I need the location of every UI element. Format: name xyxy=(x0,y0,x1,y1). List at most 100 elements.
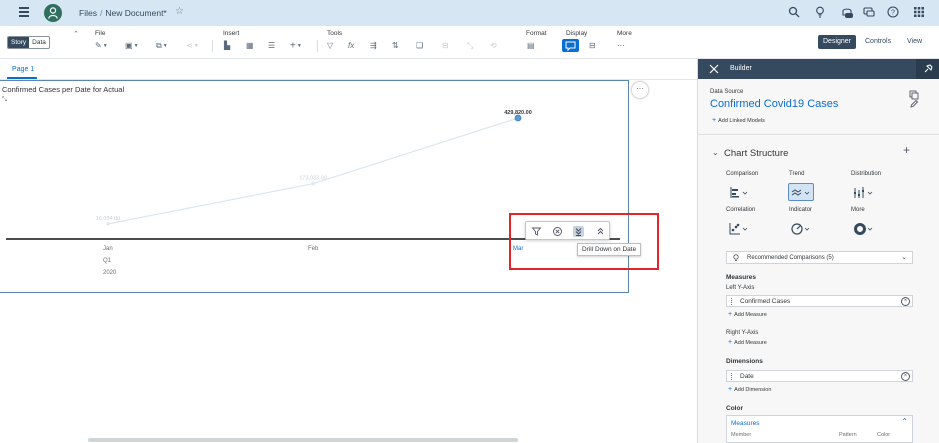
collapse-toolbar-icon[interactable]: ⌃ xyxy=(73,30,79,40)
document-name: New Document* xyxy=(105,8,167,18)
group-file-label: File xyxy=(95,30,106,37)
favorite-star-icon[interactable]: ☆ xyxy=(175,6,184,17)
data-label: 173,033.00 xyxy=(299,176,327,182)
data-point xyxy=(106,222,110,226)
data-source-label: Data Source xyxy=(710,89,744,95)
data-toggle[interactable]: Data xyxy=(29,37,49,48)
add-measure-left-link[interactable]: + Add Measure xyxy=(728,311,767,318)
data-label: 16,054.00 xyxy=(96,216,120,222)
x-tick-label: Feb xyxy=(308,246,319,252)
chart-type-label: Trend xyxy=(789,171,805,177)
toolbar-divider xyxy=(212,40,213,52)
refresh-tool-icon[interactable]: ⟲ xyxy=(490,41,497,51)
color-heading: Color xyxy=(726,405,743,412)
insert-filter-icon[interactable]: ☰ xyxy=(268,41,275,51)
breadcrumb: Files / New Document* xyxy=(79,8,167,18)
add-structure-icon[interactable]: + xyxy=(903,143,910,157)
x-tick-sublabel: 2020 xyxy=(103,270,117,276)
help-icon[interactable]: ? xyxy=(887,6,899,18)
trend-chart-button[interactable] xyxy=(788,183,814,201)
filter-icon[interactable]: ▽ xyxy=(327,41,333,51)
chart-type-label: Distribution xyxy=(851,171,882,177)
color-section: Measures ⌃ Member Pattern Color xyxy=(726,415,913,443)
data-point xyxy=(311,182,315,186)
data-label: 429,820.00 xyxy=(504,110,532,116)
remove-dimension-icon[interactable]: × xyxy=(901,372,910,381)
x-tick-sublabel: Q1 xyxy=(103,258,112,264)
insert-add-icon[interactable]: +▼ xyxy=(290,41,302,51)
horizontal-scrollbar[interactable] xyxy=(88,438,518,442)
sort-icon[interactable]: ⇅ xyxy=(392,41,399,51)
app-grid-icon[interactable] xyxy=(913,6,925,18)
display-layout-icon[interactable]: ⊟ xyxy=(589,41,596,51)
recommended-comparisons-dropdown[interactable]: Recommended Comparisons (5) ⌄ xyxy=(726,251,913,264)
chevron-down-icon[interactable]: ⌄ xyxy=(712,148,719,157)
distribution-icon xyxy=(854,187,873,198)
story-toggle[interactable]: Story xyxy=(8,37,30,48)
indicator-chart-button[interactable] xyxy=(788,219,814,237)
color-col-pattern: Pattern xyxy=(839,432,857,438)
data-source-name[interactable]: Confirmed Covid19 Cases xyxy=(710,98,838,110)
drag-handle-icon[interactable] xyxy=(731,373,733,380)
insert-chart-icon[interactable]: ▙ xyxy=(224,41,230,51)
shell-bar: Files / New Document* ☆ ? xyxy=(0,0,939,26)
svg-text:?: ? xyxy=(891,10,895,17)
chart-more-button[interactable]: ··· xyxy=(631,81,649,99)
edit-file-icon[interactable]: ✎▼ xyxy=(95,41,108,51)
comment-icon xyxy=(565,41,576,52)
avatar[interactable] xyxy=(44,4,62,22)
chevron-up-icon[interactable]: ⌃ xyxy=(901,417,908,426)
toolbar: Story Data ⌃ File ✎▼ ▣▼ ⧉▼ ⋖▼ Insert ▙ ▦… xyxy=(0,26,939,59)
hierarchy-icon[interactable]: ⇶ xyxy=(370,41,377,51)
add-linked-models-link[interactable]: + Add Linked Models xyxy=(712,117,765,124)
lightbulb-icon[interactable] xyxy=(814,6,826,18)
link-tool-icon[interactable]: ⊟ xyxy=(442,41,449,51)
add-measure-right-link[interactable]: + Add Measure xyxy=(728,339,767,346)
more-charts-button[interactable] xyxy=(850,219,876,237)
trend-line-icon xyxy=(791,189,810,196)
toolbar-divider xyxy=(317,40,318,52)
drag-handle-icon[interactable] xyxy=(731,298,733,305)
breadcrumb-files[interactable]: Files xyxy=(79,8,97,18)
display-comments-toggle[interactable] xyxy=(562,39,579,52)
search-icon[interactable] xyxy=(788,6,800,18)
share-icon[interactable]: ⋖▼ xyxy=(186,41,199,51)
designer-mode-button[interactable]: Designer xyxy=(818,35,857,49)
chart-structure-heading: Chart Structure xyxy=(724,148,789,159)
measure-confirmed-cases[interactable]: Confirmed Cases × xyxy=(726,295,913,307)
lightbulb-icon xyxy=(733,254,739,261)
tab-page-1[interactable]: Page 1 xyxy=(12,66,34,73)
left-y-axis-label: Left Y-Axis xyxy=(726,285,755,291)
chevron-down-icon: ⌄ xyxy=(901,254,907,261)
add-dimension-text: Add Dimension xyxy=(734,387,772,393)
menu-icon[interactable] xyxy=(19,7,29,17)
color-measures-title: Measures xyxy=(731,420,760,427)
group-display-label: Display xyxy=(566,30,588,37)
more-options-icon[interactable]: ··· xyxy=(617,41,625,51)
notifications-icon[interactable] xyxy=(840,5,854,19)
correlation-chart-button[interactable] xyxy=(726,219,752,237)
controls-mode-button[interactable]: Controls xyxy=(860,35,896,49)
builder-pin-button[interactable] xyxy=(916,59,939,79)
remove-measure-icon[interactable]: × xyxy=(901,297,910,306)
group-more-label: More xyxy=(617,30,632,37)
dimensions-heading: Dimensions xyxy=(726,358,763,365)
chat-icon[interactable] xyxy=(863,6,875,18)
donut-icon xyxy=(854,223,873,235)
group-insert-label: Insert xyxy=(223,30,240,37)
save-icon[interactable]: ▣▼ xyxy=(125,41,139,51)
comparison-chart-button[interactable] xyxy=(726,183,752,201)
copy-icon[interactable]: ⧉▼ xyxy=(156,41,168,51)
edit-model-icon[interactable] xyxy=(909,99,919,109)
insert-table-icon[interactable]: ▦ xyxy=(246,41,254,51)
view-mode-button[interactable]: View xyxy=(902,35,927,49)
add-dimension-link[interactable]: + Add Dimension xyxy=(728,386,771,393)
comment-tool-icon[interactable]: ❏ xyxy=(416,41,423,51)
story-data-toggle[interactable]: Story Data xyxy=(7,36,50,49)
resize-tool-icon[interactable]: ⤡ xyxy=(467,41,473,51)
distribution-chart-button[interactable] xyxy=(850,183,876,201)
dimension-date[interactable]: Date × xyxy=(726,370,913,382)
format-styling-icon[interactable]: ▤ xyxy=(527,41,535,51)
formula-icon[interactable]: fx xyxy=(348,41,354,51)
group-tools-label: Tools xyxy=(327,30,343,37)
